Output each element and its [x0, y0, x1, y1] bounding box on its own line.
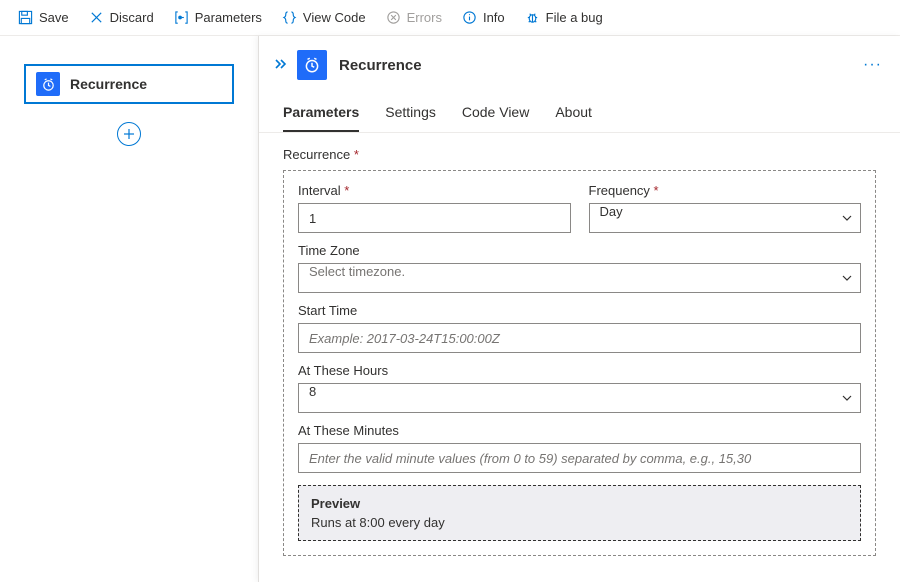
recurrence-group: Interval Frequency Day Time Zone [283, 170, 876, 556]
info-button[interactable]: Info [454, 4, 513, 32]
braces-icon [282, 10, 297, 25]
save-button[interactable]: Save [10, 4, 77, 32]
starttime-input[interactable] [298, 323, 861, 353]
interval-input[interactable] [298, 203, 571, 233]
chevron-right-double-icon [273, 57, 287, 71]
timezone-select[interactable]: Select timezone. [298, 263, 861, 293]
parameters-button[interactable]: Parameters [166, 4, 270, 32]
bug-button[interactable]: File a bug [517, 4, 611, 32]
close-icon [89, 10, 104, 25]
save-label: Save [39, 10, 69, 25]
discard-button[interactable]: Discard [81, 4, 162, 32]
section-recurrence-label: Recurrence [283, 147, 876, 162]
hours-field: At These Hours 8 [298, 363, 861, 413]
hours-select[interactable]: 8 [298, 383, 861, 413]
add-step-area [24, 122, 234, 146]
viewcode-label: View Code [303, 10, 366, 25]
hours-label: At These Hours [298, 363, 861, 378]
panel-body: Recurrence Interval Frequency Day [259, 133, 900, 576]
clock-icon [297, 50, 327, 80]
frequency-field: Frequency Day [589, 183, 862, 233]
starttime-field: Start Time [298, 303, 861, 353]
frequency-value: Day [600, 204, 623, 219]
minutes-label: At These Minutes [298, 423, 861, 438]
starttime-label: Start Time [298, 303, 861, 318]
errors-button: Errors [378, 4, 450, 32]
toolbar: Save Discard Parameters View Code Errors… [0, 0, 900, 36]
preview-text: Runs at 8:00 every day [311, 515, 848, 530]
info-icon [462, 10, 477, 25]
interval-label: Interval [298, 183, 571, 198]
error-icon [386, 10, 401, 25]
minutes-field: At These Minutes [298, 423, 861, 473]
tab-about[interactable]: About [555, 96, 592, 132]
frequency-select[interactable]: Day [589, 203, 862, 233]
discard-label: Discard [110, 10, 154, 25]
panel-title: Recurrence [339, 57, 422, 74]
clock-icon [36, 72, 60, 96]
recurrence-node[interactable]: Recurrence [24, 64, 234, 104]
add-step-button[interactable] [117, 122, 141, 146]
errors-label: Errors [407, 10, 442, 25]
panel-tabs: Parameters Settings Code View About [259, 90, 900, 133]
designer-canvas: Recurrence [0, 36, 258, 582]
save-icon [18, 10, 33, 25]
timezone-placeholder: Select timezone. [309, 264, 405, 279]
plus-icon [123, 128, 135, 140]
panel-header: Recurrence ··· [259, 36, 900, 90]
interval-field: Interval [298, 183, 571, 233]
timezone-label: Time Zone [298, 243, 861, 258]
parameters-label: Parameters [195, 10, 262, 25]
tab-parameters[interactable]: Parameters [283, 96, 359, 132]
collapse-button[interactable] [269, 57, 291, 74]
node-title: Recurrence [70, 76, 147, 92]
preview-title: Preview [311, 496, 848, 511]
details-panel: Recurrence ··· Parameters Settings Code … [258, 36, 900, 582]
bug-icon [525, 10, 540, 25]
minutes-input[interactable] [298, 443, 861, 473]
bug-label: File a bug [546, 10, 603, 25]
timezone-field: Time Zone Select timezone. [298, 243, 861, 293]
info-label: Info [483, 10, 505, 25]
parameters-icon [174, 10, 189, 25]
tab-settings[interactable]: Settings [385, 96, 436, 132]
more-button[interactable]: ··· [863, 56, 882, 74]
hours-value: 8 [309, 384, 316, 399]
tab-codeview[interactable]: Code View [462, 96, 529, 132]
preview-box: Preview Runs at 8:00 every day [298, 485, 861, 541]
viewcode-button[interactable]: View Code [274, 4, 374, 32]
frequency-label: Frequency [589, 183, 862, 198]
